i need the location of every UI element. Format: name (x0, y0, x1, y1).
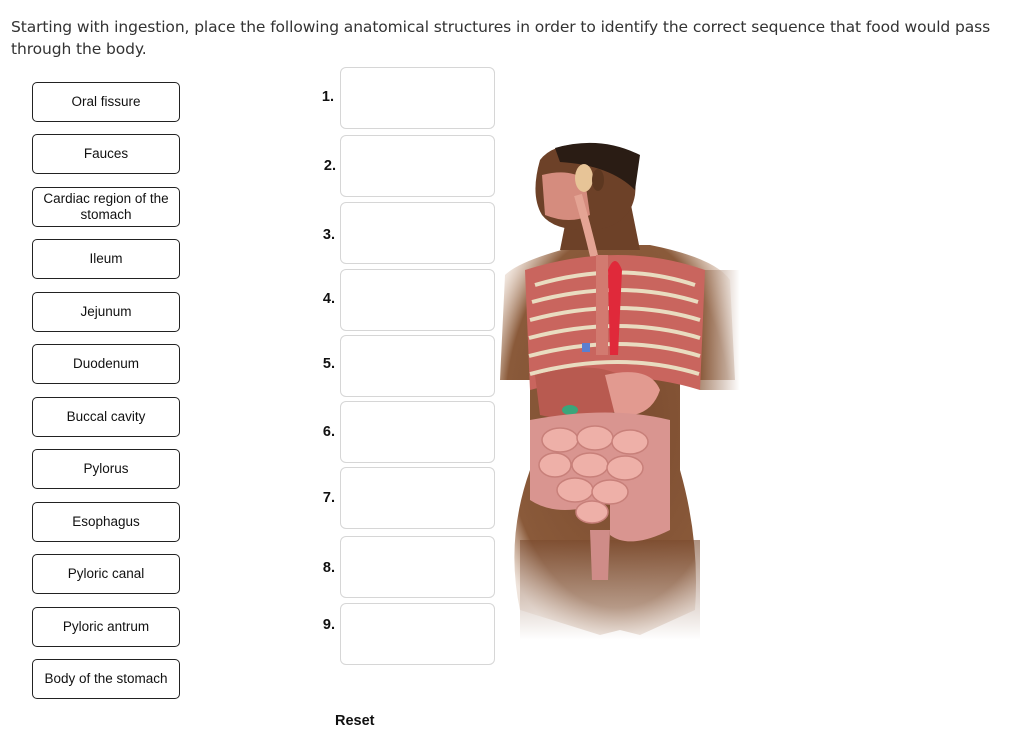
drop-slot-4[interactable] (340, 269, 495, 331)
label-duodenum[interactable]: Duodenum (32, 344, 180, 384)
legs-fade (520, 540, 700, 640)
label-cardiac-region[interactable]: Cardiac region of the stomach (32, 187, 180, 227)
label-pyloric-antrum[interactable]: Pyloric antrum (32, 607, 180, 647)
reset-button[interactable]: Reset (335, 713, 375, 729)
slot-number-8: 8. (322, 560, 335, 576)
slot-number-1: 1. (321, 89, 334, 105)
slot-number-7: 7. (322, 490, 335, 506)
drop-slot-8[interactable] (340, 536, 495, 598)
drop-slot-5[interactable] (340, 335, 495, 397)
drop-slot-1[interactable] (340, 67, 495, 129)
label-jejunum[interactable]: Jejunum (32, 292, 180, 332)
drop-slot-9[interactable] (340, 603, 495, 665)
question-prompt: Starting with ingestion, place the follo… (11, 18, 991, 58)
slot-number-3: 3. (322, 227, 335, 243)
ear (592, 169, 604, 191)
right-arm-fade (700, 270, 740, 390)
slot-number-4: 4. (322, 291, 335, 307)
label-esophagus[interactable]: Esophagus (32, 502, 180, 542)
label-pyloric-canal[interactable]: Pyloric canal (32, 554, 180, 594)
gallbladder (562, 405, 578, 415)
slot-number-6: 6. (322, 424, 335, 440)
drop-slot-7[interactable] (340, 467, 495, 529)
drop-slot-6[interactable] (340, 401, 495, 463)
diaphragm-marker (582, 343, 590, 352)
drop-slot-3[interactable] (340, 202, 495, 264)
slot-number-9: 9. (322, 617, 335, 633)
label-fauces[interactable]: Fauces (32, 134, 180, 174)
label-buccal-cavity[interactable]: Buccal cavity (32, 397, 180, 437)
parotid-gland (575, 164, 593, 192)
drop-slot-2[interactable] (340, 135, 495, 197)
esophagus (596, 255, 608, 355)
label-body-of-stomach[interactable]: Body of the stomach (32, 659, 180, 699)
slot-number-5: 5. (322, 356, 335, 372)
label-ileum[interactable]: Ileum (32, 239, 180, 279)
slot-number-2: 2. (323, 158, 336, 174)
digestive-system-figure (500, 142, 740, 640)
rectum (590, 530, 610, 580)
label-oral-fissure[interactable]: Oral fissure (32, 82, 180, 122)
label-pylorus[interactable]: Pylorus (32, 449, 180, 489)
